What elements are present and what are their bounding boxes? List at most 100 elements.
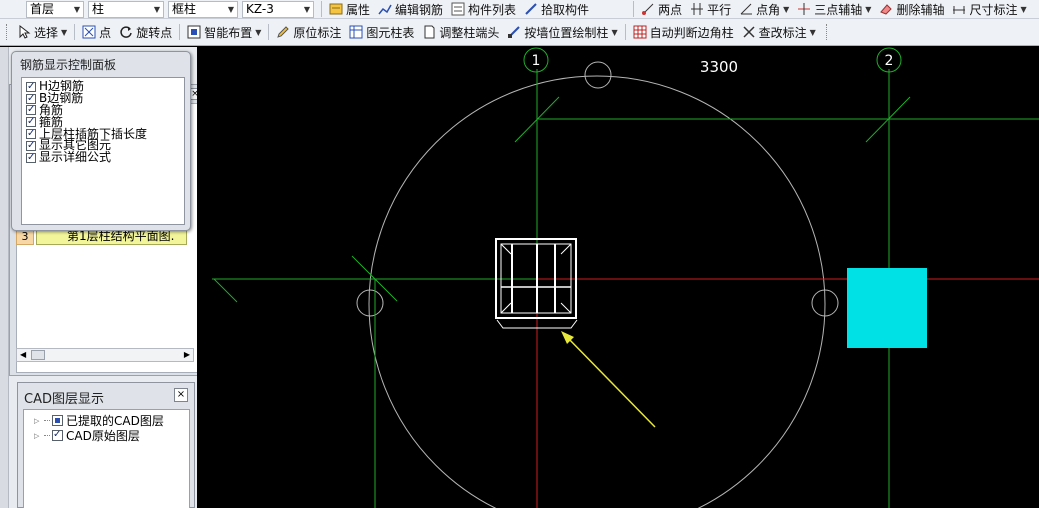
scroll-right-icon[interactable]: ▶	[184, 349, 190, 361]
pick-icon	[524, 2, 538, 16]
two-points-icon	[641, 2, 655, 16]
checkbox[interactable]	[52, 429, 63, 441]
chevron-down-icon: ▼	[783, 4, 790, 14]
parallel-button[interactable]: 平行	[686, 0, 735, 18]
in-place-label-button[interactable]: 原位标注	[272, 22, 345, 42]
separator	[179, 24, 181, 40]
tree-line	[44, 435, 50, 436]
toolbar-grip[interactable]	[6, 24, 9, 40]
chevron-down-icon: ▼	[255, 27, 262, 37]
expand-icon[interactable]: ▷	[34, 417, 44, 425]
floor-select[interactable]: 首层 ▼	[26, 0, 84, 18]
pick-component-button[interactable]: 拾取构件	[520, 0, 593, 18]
pencil-icon	[276, 25, 290, 39]
panel-title: 钢筋显示控制面板	[20, 58, 117, 72]
axis-label-1: 1	[532, 53, 541, 69]
checkbox[interactable]	[26, 128, 36, 140]
auto-edge-column-button[interactable]: 自动判断边角柱	[629, 22, 738, 42]
column-end-icon	[422, 25, 436, 39]
property-icon	[329, 2, 343, 16]
point-angle-icon	[739, 2, 753, 16]
layer-extracted[interactable]: ▷ 已提取的CAD图层	[24, 413, 189, 428]
element-name-select[interactable]: KZ-3 ▼	[242, 0, 314, 18]
rebar-display-panel: 钢筋显示控制面板 H边钢筋 B边钢筋 角筋 箍筋 上层柱插筋下插长度 显示其它图…	[11, 51, 191, 231]
checkbox[interactable]	[26, 81, 36, 92]
main-toolbar: 选择 ▼ 点 旋转点 智能布置 ▼ 原位标注 图元柱表 调整柱端头 按墙位置绘制柱 ▼…	[0, 19, 1039, 46]
wall-column-icon	[507, 25, 521, 39]
select-button[interactable]: 选择 ▼	[13, 22, 71, 42]
cursor-icon	[17, 24, 31, 39]
two-points-button[interactable]: 两点	[637, 0, 686, 18]
checkbox[interactable]	[26, 93, 36, 104]
point-angle-button[interactable]: 点角 ▼	[735, 0, 793, 18]
three-point-axis-button[interactable]: 三点辅轴 ▼	[793, 0, 875, 18]
chevron-down-icon: ▼	[61, 27, 68, 37]
dimension-button[interactable]: 尺寸标注 ▼	[948, 0, 1030, 18]
separator	[624, 24, 626, 40]
chevron-down-icon: ▼	[611, 27, 618, 37]
point-button[interactable]: 点	[78, 22, 115, 42]
chevron-down-icon: ▼	[227, 4, 234, 14]
separator	[321, 1, 322, 17]
expand-icon[interactable]: ▷	[34, 432, 44, 440]
eraser-icon	[879, 2, 893, 16]
chevron-down-icon: ▼	[153, 4, 160, 14]
panel-title: CAD图层显示	[24, 392, 104, 407]
checkbox[interactable]	[26, 152, 36, 163]
separator	[74, 24, 76, 40]
scroll-left-icon[interactable]: ◀	[20, 349, 26, 361]
chevron-down-icon: ▼	[809, 27, 816, 37]
toolbar-grip[interactable]	[825, 24, 829, 40]
draw-by-wall-button[interactable]: 按墙位置绘制柱 ▼	[503, 22, 621, 42]
checkbox[interactable]	[52, 415, 63, 426]
side-strip	[0, 47, 9, 508]
three-point-axis-icon	[797, 2, 811, 16]
tree-line	[44, 420, 50, 421]
dimension-icon	[952, 2, 966, 16]
grid-icon	[633, 25, 647, 39]
checkbox[interactable]	[26, 140, 36, 151]
axis-label-2: 2	[885, 53, 894, 69]
layer-original[interactable]: ▷ CAD原始图层	[24, 428, 189, 443]
top-toolbar: 首层 ▼ 柱 ▼ 框柱 ▼ KZ-3 ▼ 属性 编辑钢筋 构件列表 拾取构件 两点 平行…	[0, 0, 1039, 19]
point-icon	[82, 25, 96, 39]
checkbox[interactable]	[26, 116, 36, 128]
property-button[interactable]: 属性	[325, 0, 374, 18]
edit-rebar-icon	[378, 2, 392, 16]
option-detailed-formula[interactable]: 显示详细公式	[22, 151, 184, 164]
small-circle-left	[356, 289, 384, 317]
rebar-options: H边钢筋 B边钢筋 角筋 箍筋 上层柱插筋下插长度 显示其它图元 显示详细公式	[21, 77, 185, 225]
smart-layout-icon	[187, 25, 201, 39]
cyan-column[interactable]	[847, 268, 927, 348]
axis-tick	[213, 278, 238, 303]
rotate-icon	[119, 25, 133, 39]
cad-canvas[interactable]: 1 2 3300	[197, 47, 1039, 508]
smart-layout-button[interactable]: 智能布置 ▼	[183, 22, 265, 42]
dimension-text: 3300	[700, 58, 738, 76]
cad-layer-panel: CAD图层显示 × ▷ 已提取的CAD图层 ▷ CAD原始图层	[17, 382, 195, 508]
chevron-down-icon: ▼	[303, 4, 310, 14]
edit-rebar-button[interactable]: 编辑钢筋	[374, 0, 447, 18]
element-subtype-select[interactable]: 框柱 ▼	[168, 0, 238, 18]
delete-axis-button[interactable]: 删除辅轴	[875, 0, 948, 18]
separator	[633, 1, 635, 17]
scroll-thumb[interactable]	[31, 350, 45, 360]
small-circle-top	[584, 61, 612, 89]
yellow-arrow	[561, 331, 656, 428]
parallel-icon	[690, 2, 704, 16]
component-list-button[interactable]: 构件列表	[447, 0, 520, 18]
checkbox[interactable]	[26, 104, 36, 116]
close-icon[interactable]: ×	[174, 388, 188, 402]
tools-icon	[742, 25, 756, 39]
layer-tree: ▷ 已提取的CAD图层 ▷ CAD原始图层	[23, 409, 190, 508]
separator	[268, 24, 270, 40]
chevron-down-icon: ▼	[865, 4, 872, 14]
rotate-point-button[interactable]: 旋转点	[115, 22, 176, 42]
element-type-select[interactable]: 柱 ▼	[88, 0, 164, 18]
circular-outline	[368, 75, 826, 508]
check-label-button[interactable]: 查改标注 ▼	[738, 22, 820, 42]
element-table-button[interactable]: 图元柱表	[345, 22, 418, 42]
list-icon	[451, 2, 465, 16]
adjust-column-end-button[interactable]: 调整柱端头	[418, 22, 503, 42]
horizontal-scrollbar[interactable]: ◀ ▶	[16, 348, 194, 362]
